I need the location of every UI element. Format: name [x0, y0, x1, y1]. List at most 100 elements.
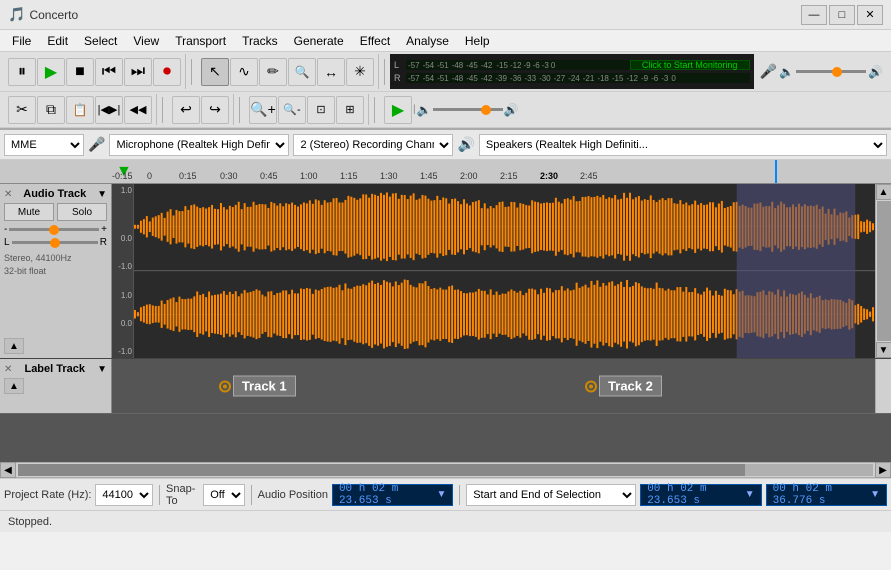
- undo-button[interactable]: ↩: [172, 96, 200, 124]
- label-track-close[interactable]: ✕: [4, 364, 12, 375]
- microphone-select[interactable]: Microphone (Realtek High Defini...: [109, 134, 289, 156]
- pause-button[interactable]: ⏸: [8, 58, 36, 86]
- close-button[interactable]: ✕: [857, 5, 883, 25]
- app-icon: 🎵: [8, 6, 25, 23]
- bottom-sep-1: [159, 485, 160, 505]
- hscroll-track[interactable]: [18, 464, 873, 476]
- level-meters: L -57-54-51-48-45-42 Click to Start Moni…: [390, 54, 754, 89]
- menu-effect[interactable]: Effect: [352, 32, 398, 50]
- copy-button[interactable]: ⧉: [37, 96, 65, 124]
- scale-bot2: -1.0: [113, 347, 132, 356]
- audio-position-display[interactable]: 00 h 02 m 23.653 s ▼: [332, 484, 453, 506]
- hscroll-right-button[interactable]: ▶: [875, 462, 891, 478]
- hscroll-left-button[interactable]: ◀: [0, 462, 16, 478]
- track-vscroll[interactable]: ▲ ▼: [875, 184, 891, 358]
- main-area: ✕ Audio Track ▼ Mute Solo - + L R Stereo…: [0, 184, 891, 462]
- pb-sep: |: [413, 104, 416, 115]
- track-pan-slider[interactable]: [12, 241, 98, 244]
- snap-to-select[interactable]: Off: [203, 484, 245, 506]
- transport-toolbar: ⏸ ▶ ■ ⏮ ⏭ ⏺: [4, 54, 186, 89]
- scroll-down-button[interactable]: ▼: [876, 342, 891, 358]
- channels-select[interactable]: 2 (Stereo) Recording Channels: [293, 134, 453, 156]
- menu-help[interactable]: Help: [457, 32, 498, 50]
- skip-back-button[interactable]: ⏮: [95, 58, 123, 86]
- waveform-svg: [134, 184, 875, 358]
- draw-tool-button[interactable]: ✏: [259, 58, 287, 86]
- project-rate-label: Project Rate (Hz):: [4, 489, 91, 501]
- skip-forward-button[interactable]: ⏭: [124, 58, 152, 86]
- zoom-tool-button[interactable]: 🔍: [288, 58, 316, 86]
- mute-button[interactable]: Mute: [4, 203, 54, 221]
- label-item-2[interactable]: Track 2: [585, 376, 662, 397]
- vol-down-icon: 🔈: [779, 65, 794, 79]
- envelope-tool-button[interactable]: ∿: [230, 58, 258, 86]
- scale-top: 1.0: [113, 186, 132, 195]
- audio-track-content[interactable]: 1.0 0.0 -1.0 1.0 0.0 -1.0: [112, 184, 875, 358]
- redo-button[interactable]: ↪: [201, 96, 229, 124]
- menu-file[interactable]: File: [4, 32, 39, 50]
- solo-button[interactable]: Solo: [57, 203, 107, 221]
- pan-r-label: R: [100, 237, 107, 248]
- selection-end-display[interactable]: 00 h 02 m 36.776 s ▼: [766, 484, 887, 506]
- zoom-out-button[interactable]: 🔍-: [278, 96, 306, 124]
- play-green-button[interactable]: ▶: [384, 96, 412, 124]
- menu-analyse[interactable]: Analyse: [398, 32, 457, 50]
- project-rate-select[interactable]: 44100: [95, 484, 153, 506]
- scale-mid2: 0.0: [113, 319, 132, 328]
- sel-start-dropdown[interactable]: ▼: [745, 489, 755, 500]
- hscrollbar[interactable]: ◀ ▶: [0, 462, 891, 478]
- hscroll-thumb[interactable]: [18, 464, 745, 476]
- sel-end-dropdown[interactable]: ▼: [870, 489, 880, 500]
- output-select[interactable]: Speakers (Realtek High Definiti...: [479, 134, 887, 156]
- volume-minus-icon: -: [4, 224, 7, 235]
- scroll-up-button[interactable]: ▲: [876, 184, 891, 200]
- edit-toolbar: ✂ ⧉ 📋 |◀▶| ◀◀: [4, 94, 157, 125]
- window-controls: — □ ✕: [801, 5, 883, 25]
- play-button[interactable]: ▶: [37, 58, 65, 86]
- menu-transport[interactable]: Transport: [167, 32, 234, 50]
- menu-tracks[interactable]: Tracks: [234, 32, 286, 50]
- zoom-in-button[interactable]: 🔍+: [249, 96, 277, 124]
- label-track-dropdown-icon[interactable]: ▼: [97, 364, 107, 375]
- stop-button[interactable]: ■: [66, 58, 94, 86]
- menu-select[interactable]: Select: [76, 32, 125, 50]
- label-vscroll: [875, 359, 891, 413]
- bottom-bar: Project Rate (Hz): 44100 Snap-To Off Aud…: [0, 478, 891, 510]
- selection-start-display[interactable]: 00 h 02 m 23.653 s ▼: [640, 484, 761, 506]
- label-track-content[interactable]: Track 1 Track 2: [112, 359, 875, 413]
- selection-type-select[interactable]: Start and End of Selection: [466, 484, 636, 506]
- trim-button[interactable]: |◀▶|: [95, 96, 123, 124]
- track-expand-button[interactable]: ▲: [4, 338, 24, 354]
- label-text-2: Track 2: [599, 376, 662, 397]
- zoom-fit-button[interactable]: ⊞: [336, 96, 364, 124]
- minimize-button[interactable]: —: [801, 5, 827, 25]
- volume-plus-icon: +: [101, 224, 107, 235]
- menu-view[interactable]: View: [125, 32, 167, 50]
- cut-button[interactable]: ✂: [8, 96, 36, 124]
- menu-generate[interactable]: Generate: [286, 32, 352, 50]
- silence-button[interactable]: ◀◀: [124, 96, 152, 124]
- audio-track-close[interactable]: ✕: [4, 189, 12, 200]
- tools-toolbar: ↖ ∿ ✏ 🔍 ↔ ✳: [197, 54, 379, 89]
- label-item-1[interactable]: Track 1: [219, 376, 296, 397]
- device-bar: MME 🎤 Microphone (Realtek High Defini...…: [0, 130, 891, 160]
- driver-select[interactable]: MME: [4, 134, 84, 156]
- record-button[interactable]: ⏺: [153, 58, 181, 86]
- zoom-selection-button[interactable]: ⊡: [307, 96, 335, 124]
- waveform-display: [134, 184, 875, 358]
- playback-volume-slider[interactable]: [433, 108, 503, 111]
- multi-tool-button[interactable]: ✳: [346, 58, 374, 86]
- time-shift-button[interactable]: ↔: [317, 58, 345, 86]
- audio-position-dropdown[interactable]: ▼: [436, 489, 446, 500]
- mixer-toolbar: 🎤 🔈 🔊: [756, 54, 887, 89]
- maximize-button[interactable]: □: [829, 5, 855, 25]
- select-tool-button[interactable]: ↖: [201, 58, 229, 86]
- audio-track-dropdown-icon[interactable]: ▼: [97, 189, 107, 200]
- label-expand-button[interactable]: ▲: [4, 378, 24, 394]
- mic-volume-slider[interactable]: [796, 70, 866, 73]
- paste-button[interactable]: 📋: [66, 96, 94, 124]
- label-text-1: Track 1: [233, 376, 296, 397]
- timeline-ruler[interactable]: ▼ -0:15 0 0:15 0:30 0:45 1:00 1:15 1:30 …: [0, 160, 891, 184]
- track-volume-slider[interactable]: [9, 228, 99, 231]
- menu-edit[interactable]: Edit: [39, 32, 76, 50]
